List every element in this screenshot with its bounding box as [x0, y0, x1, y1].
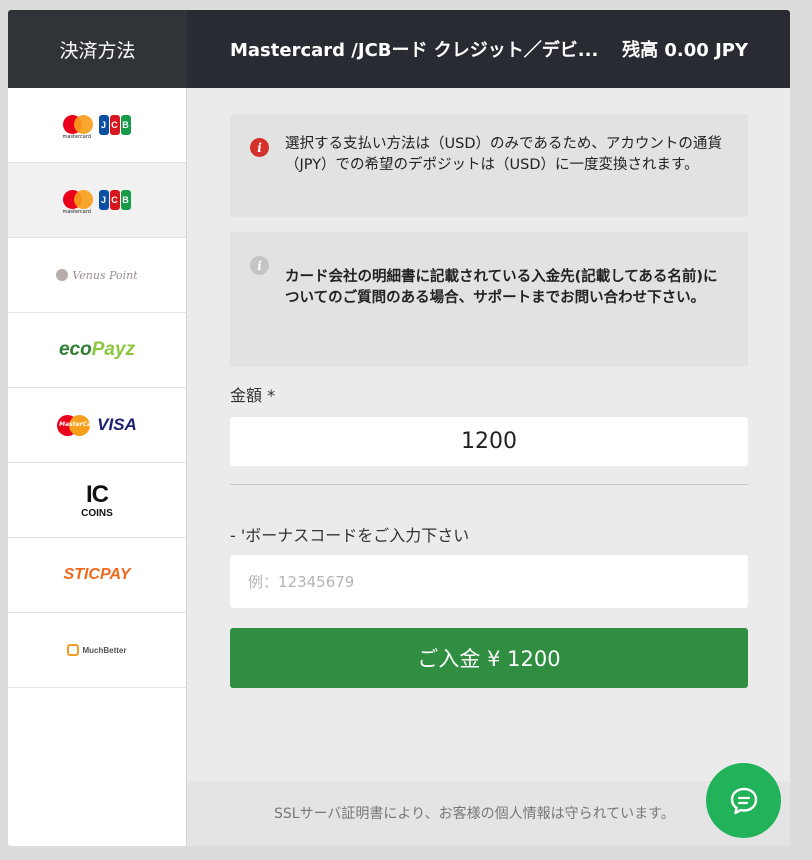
method-item-venus-point[interactable]: Venus Point: [8, 238, 186, 313]
bonus-code-label: - 'ボーナスコードをご入力下さい: [230, 526, 470, 545]
currency-conversion-text: 選択する支払い方法は（USD）のみであるため、アカウントの通貨（JPY）での希望…: [285, 136, 722, 173]
deposit-panel: 決済方法 Mastercard /JCBード クレジット／デビ... 残高 0.…: [8, 10, 790, 846]
method-item-mastercard-jcb-selected[interactable]: mastercard JCB: [8, 163, 186, 238]
info-icon: i: [250, 256, 269, 275]
ecopayz-logo: ecoPayz: [58, 339, 136, 360]
deposit-submit-button[interactable]: ご入金 ¥ 1200: [230, 628, 748, 688]
method-item-mastercard-jcb[interactable]: mastercard JCB: [8, 88, 186, 163]
ssl-notice: SSLサーバ証明書により、お客様の個人情報は守られています。: [274, 806, 675, 822]
chat-support-button[interactable]: [706, 763, 781, 838]
payment-method-list: mastercard JCB mastercard JCB Venus Poin…: [8, 88, 187, 846]
currency-conversion-notice: i 選択する支払い方法は（USD）のみであるため、アカウントの通貨（JPY）での…: [230, 114, 748, 217]
sticpay-logo: STICPAY: [63, 566, 131, 583]
venus-point-logo: Venus Point: [56, 269, 138, 282]
card-statement-notice: i カード会社の明細書に記載されている入金先(記載してある名前)についてのご質問…: [230, 232, 748, 367]
card-statement-text: カード会社の明細書に記載されている入金先(記載してある名前)についてのご質問のあ…: [285, 269, 718, 306]
mastercard-jcb-logo: mastercard JCB: [62, 114, 132, 140]
method-item-sticpay[interactable]: STICPAY: [8, 538, 186, 613]
divider: [230, 484, 748, 485]
deposit-form-area: i 選択する支払い方法は（USD）のみであるため、アカウントの通貨（JPY）での…: [187, 88, 790, 781]
warning-icon: i: [250, 138, 269, 157]
method-item-ecopayz[interactable]: ecoPayz: [8, 313, 186, 388]
header-bar: Mastercard /JCBード クレジット／デビ... 残高 0.00 JP…: [187, 10, 790, 88]
mastercard-jcb-logo: mastercard JCB: [62, 189, 132, 215]
method-item-muchbetter[interactable]: MuchBetter: [8, 613, 186, 688]
payment-method-heading: 決済方法: [8, 10, 187, 88]
iocoins-logo: IC COINS: [81, 480, 113, 519]
bonus-code-input[interactable]: [230, 555, 748, 608]
method-item-mastercard-visa[interactable]: MasterCard VISA: [8, 388, 186, 463]
footer: SSLサーバ証明書により、お客様の個人情報は守られています。: [187, 781, 790, 846]
amount-input[interactable]: [230, 417, 748, 466]
muchbetter-logo: MuchBetter: [67, 644, 127, 656]
chat-bubble-icon: [730, 787, 757, 814]
selected-method-title: Mastercard /JCBード クレジット／デビ...: [230, 40, 599, 61]
method-item-iocoins[interactable]: IC COINS: [8, 463, 186, 538]
mastercard-visa-logo: MasterCard VISA: [57, 415, 137, 436]
amount-label: 金額 *: [230, 386, 276, 405]
balance-display: 残高 0.00 JPY: [622, 40, 748, 61]
